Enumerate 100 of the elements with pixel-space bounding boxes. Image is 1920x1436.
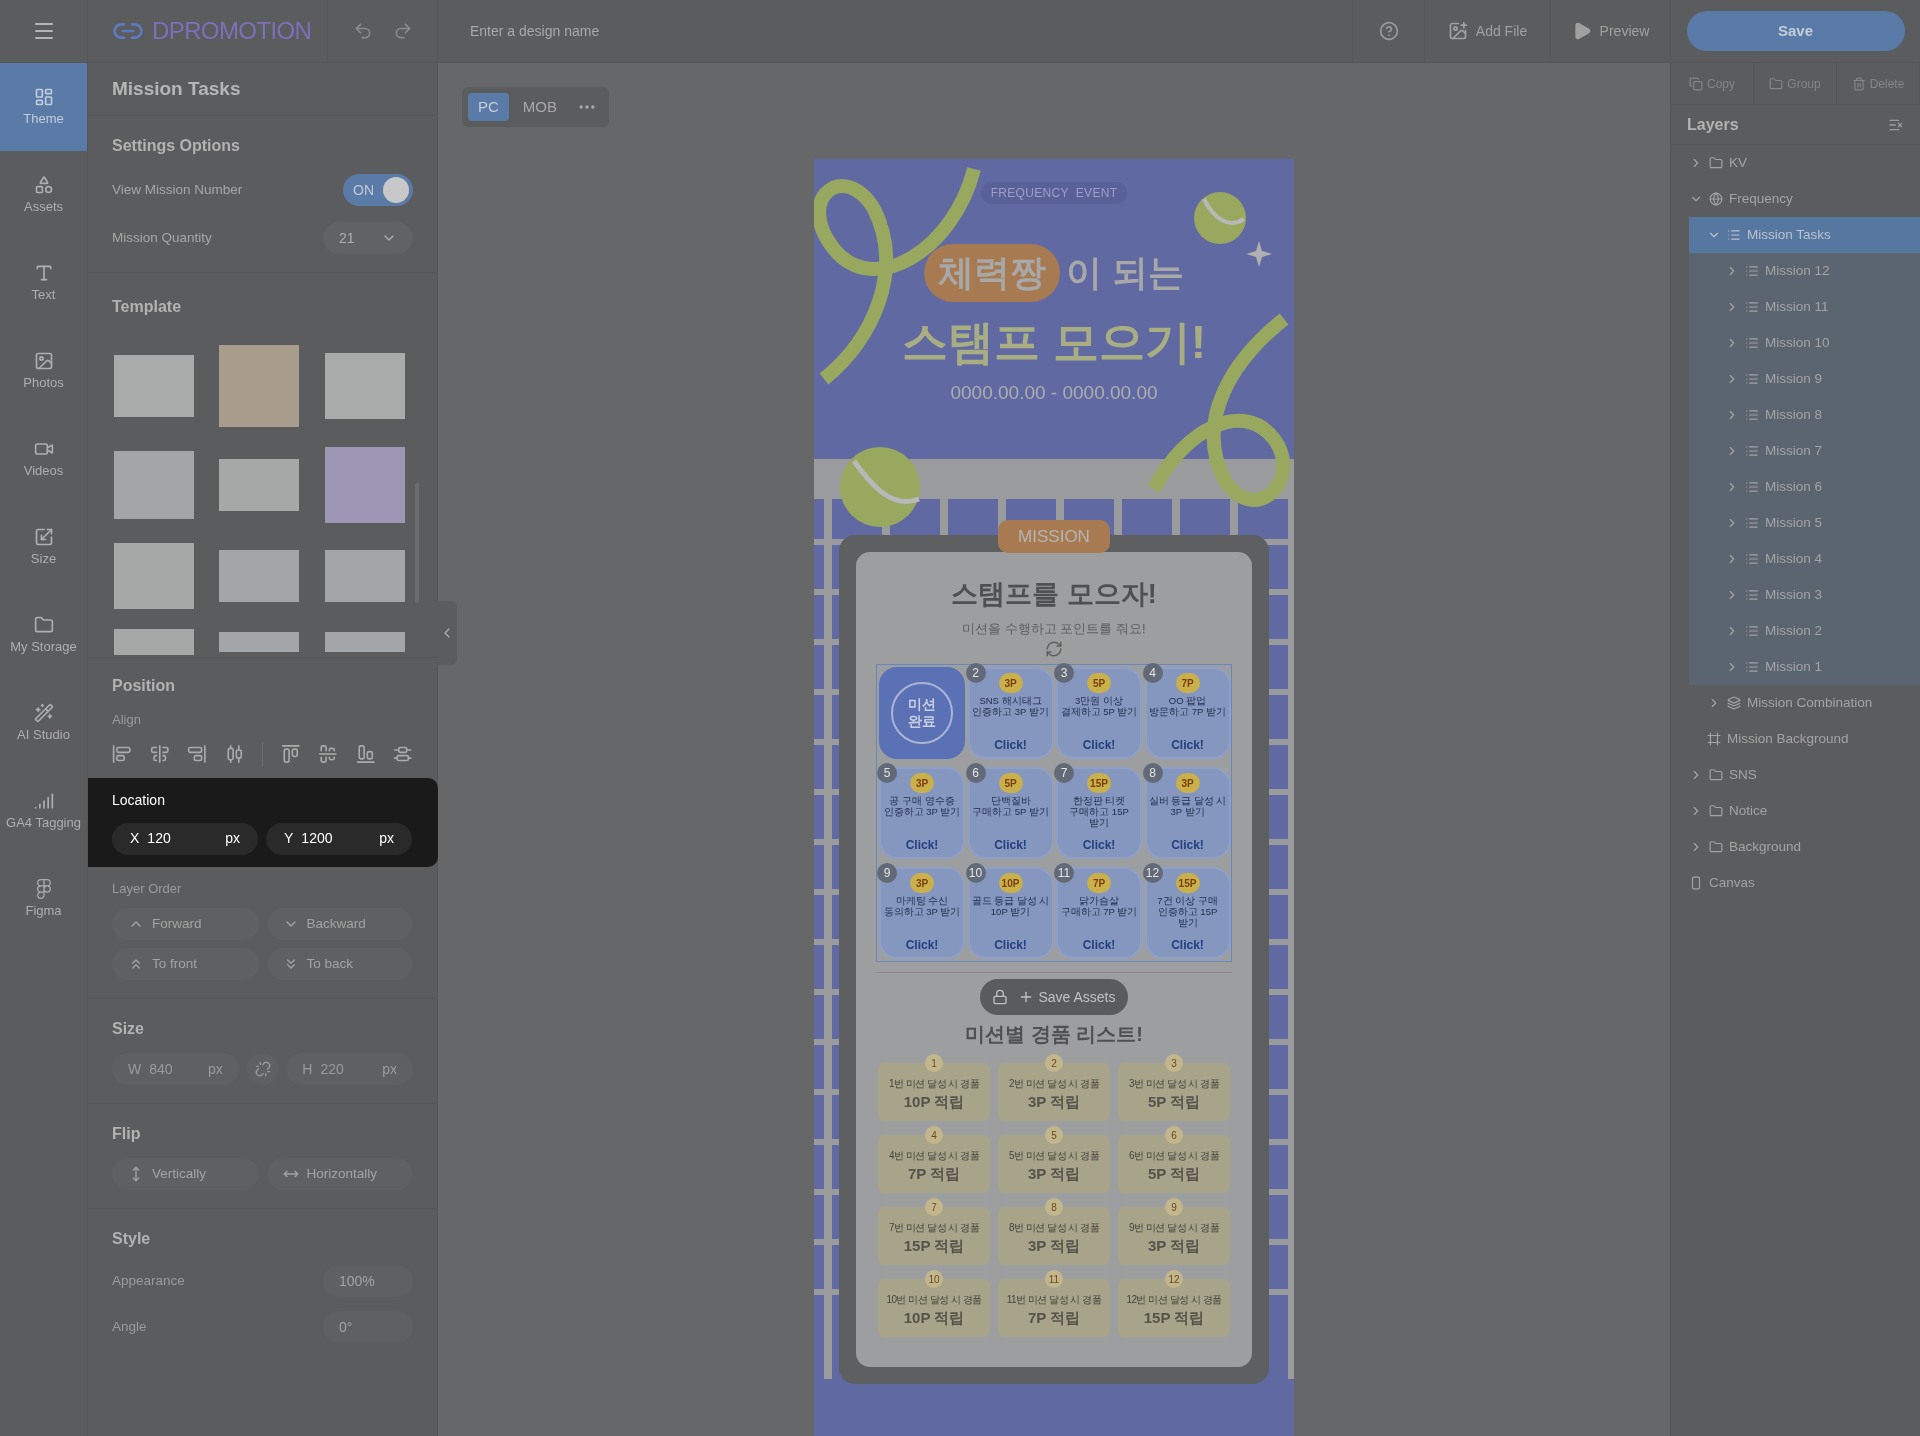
rotate-icon[interactable]: [1045, 640, 1063, 658]
reward-number: 8: [1045, 1198, 1063, 1216]
mission-text: SNS 해시태그 인증하고 3P 받기: [971, 695, 1050, 717]
add-file-button[interactable]: Add File: [1424, 0, 1550, 63]
mission-number: 10: [965, 863, 986, 883]
sidebar-tab[interactable]: Figma: [0, 855, 87, 943]
mission-text: 마케팅 수신 동의하고 3P 받기: [882, 895, 962, 917]
value-field[interactable]: 0°: [323, 1311, 413, 1343]
layer-item[interactable]: Mission 12: [1707, 253, 1920, 289]
image-icon: [33, 350, 54, 371]
template-thumbnail[interactable]: [325, 353, 406, 419]
template-thumbnail[interactable]: [113, 629, 194, 655]
reward-number: 1: [925, 1054, 943, 1072]
view-tab[interactable]: MOB: [512, 93, 567, 121]
sidebar-tab[interactable]: Assets: [0, 151, 87, 239]
sidebar-tab[interactable]: My Storage: [0, 591, 87, 679]
sidebar-tab[interactable]: AI Studio: [0, 679, 87, 767]
layer-item[interactable]: SNS: [1671, 757, 1920, 793]
template-thumbnail[interactable]: [113, 543, 194, 609]
layer-order-button[interactable]: Forward: [112, 908, 259, 940]
align-bottom-icon[interactable]: [355, 743, 376, 764]
layer-item[interactable]: Mission 2: [1707, 613, 1920, 649]
template-thumbnail[interactable]: [325, 550, 406, 602]
reward-caption: 5번 미션 달성 시 경품: [1008, 1149, 1100, 1164]
help-icon[interactable]: [1378, 21, 1399, 41]
design-name-field[interactable]: Enter a design name: [438, 0, 1352, 63]
reward-caption: 7번 미션 달성 시 경품: [888, 1221, 980, 1236]
sidebar-tab[interactable]: Text: [0, 239, 87, 327]
save-button[interactable]: Save: [1686, 11, 1905, 51]
unlink-button[interactable]: [246, 1053, 279, 1085]
flip-button[interactable]: Horizontally: [266, 1158, 413, 1190]
reward-number: 12: [1165, 1270, 1183, 1288]
layer-item[interactable]: Notice: [1671, 793, 1920, 829]
layer-item[interactable]: Mission Background: [1689, 721, 1920, 757]
layer-item[interactable]: Mission 8: [1707, 397, 1920, 433]
template-thumbnail[interactable]: [325, 632, 406, 652]
template-thumbnail[interactable]: [219, 345, 300, 427]
layer-item[interactable]: Canvas: [1671, 865, 1920, 901]
reward-prize: 5P 적립: [1147, 1164, 1201, 1185]
shapes-icon: [33, 174, 54, 195]
list-icon: [1745, 660, 1759, 674]
align-middle-icon[interactable]: [318, 743, 338, 764]
save-assets-button[interactable]: Save Assets: [1038, 986, 1116, 1008]
points-badge: 5P: [998, 773, 1023, 793]
template-thumbnail[interactable]: [219, 632, 300, 652]
setting-label: Mission Quantity: [112, 228, 212, 247]
layer-item[interactable]: Mission 1: [1707, 649, 1920, 685]
value-field[interactable]: 100%: [323, 1265, 413, 1297]
layer-item[interactable]: Mission 7: [1707, 433, 1920, 469]
template-thumbnail[interactable]: [113, 451, 194, 519]
unlink-icon: [254, 1061, 271, 1077]
undo-icon[interactable]: [352, 21, 373, 41]
click-label: Click!: [905, 837, 939, 854]
logo-text: DPROMOTION: [152, 16, 312, 46]
quantity-dropdown[interactable]: 21: [323, 222, 413, 254]
width-field[interactable]: W 840 px: [112, 1053, 239, 1085]
sidebar-tab[interactable]: Theme: [0, 63, 87, 151]
template-thumbnail[interactable]: [219, 550, 300, 602]
align-left-icon[interactable]: [112, 743, 132, 764]
height-field[interactable]: H 220 px: [286, 1053, 413, 1085]
layer-order-button[interactable]: Backward: [266, 908, 413, 940]
layer-order-button[interactable]: To front: [112, 948, 259, 980]
layer-item[interactable]: Mission 11: [1707, 289, 1920, 325]
sidebar-tab[interactable]: Size: [0, 503, 87, 591]
y-field[interactable]: Y 1200 px: [266, 822, 412, 855]
template-thumbnail[interactable]: [325, 447, 406, 523]
sidebar-tab[interactable]: Photos: [0, 327, 87, 415]
layer-item[interactable]: Frequency: [1671, 181, 1920, 217]
layer-item[interactable]: Mission 9: [1707, 361, 1920, 397]
layer-item[interactable]: Mission Tasks: [1689, 217, 1920, 253]
layer-item[interactable]: Background: [1671, 829, 1920, 865]
mission-number: 5: [877, 763, 897, 783]
layer-item[interactable]: Mission 6: [1707, 469, 1920, 505]
align-top-icon[interactable]: [280, 743, 301, 764]
floating-toolbar[interactable]: Save Assets: [980, 979, 1128, 1015]
template-thumbnail[interactable]: [219, 459, 300, 511]
mission-number: 11: [1054, 863, 1074, 883]
sidebar-tab[interactable]: Videos: [0, 415, 87, 503]
points-badge: 3P: [998, 673, 1023, 693]
layer-item[interactable]: Mission 4: [1707, 541, 1920, 577]
template-thumbnail[interactable]: [113, 355, 194, 417]
field-label: W: [128, 1059, 142, 1079]
distribute-horizontal-icon[interactable]: [224, 743, 244, 764]
flip-button[interactable]: Vertically: [112, 1158, 259, 1190]
collapse-handle[interactable]: [437, 601, 457, 665]
layer-order-button[interactable]: To back: [266, 948, 413, 980]
layer-item[interactable]: Mission 10: [1707, 325, 1920, 361]
layer-item[interactable]: Mission 3: [1707, 577, 1920, 613]
align-right-icon[interactable]: [187, 743, 207, 764]
layer-item[interactable]: Mission 5: [1707, 505, 1920, 541]
sidebar-tab[interactable]: GA4 Tagging: [0, 767, 87, 855]
align-center-icon[interactable]: [149, 743, 169, 764]
lock-icon[interactable]: [992, 989, 1009, 1005]
view-tab[interactable]: PC: [468, 93, 509, 121]
toggle-switch[interactable]: ON: [343, 174, 413, 206]
x-field[interactable]: X 120 px: [112, 822, 258, 855]
layer-item[interactable]: Mission Combination: [1689, 685, 1920, 721]
mission-number: 3: [1054, 663, 1074, 683]
preview-button[interactable]: Preview: [1550, 0, 1670, 63]
layer-item[interactable]: KV: [1671, 145, 1920, 181]
